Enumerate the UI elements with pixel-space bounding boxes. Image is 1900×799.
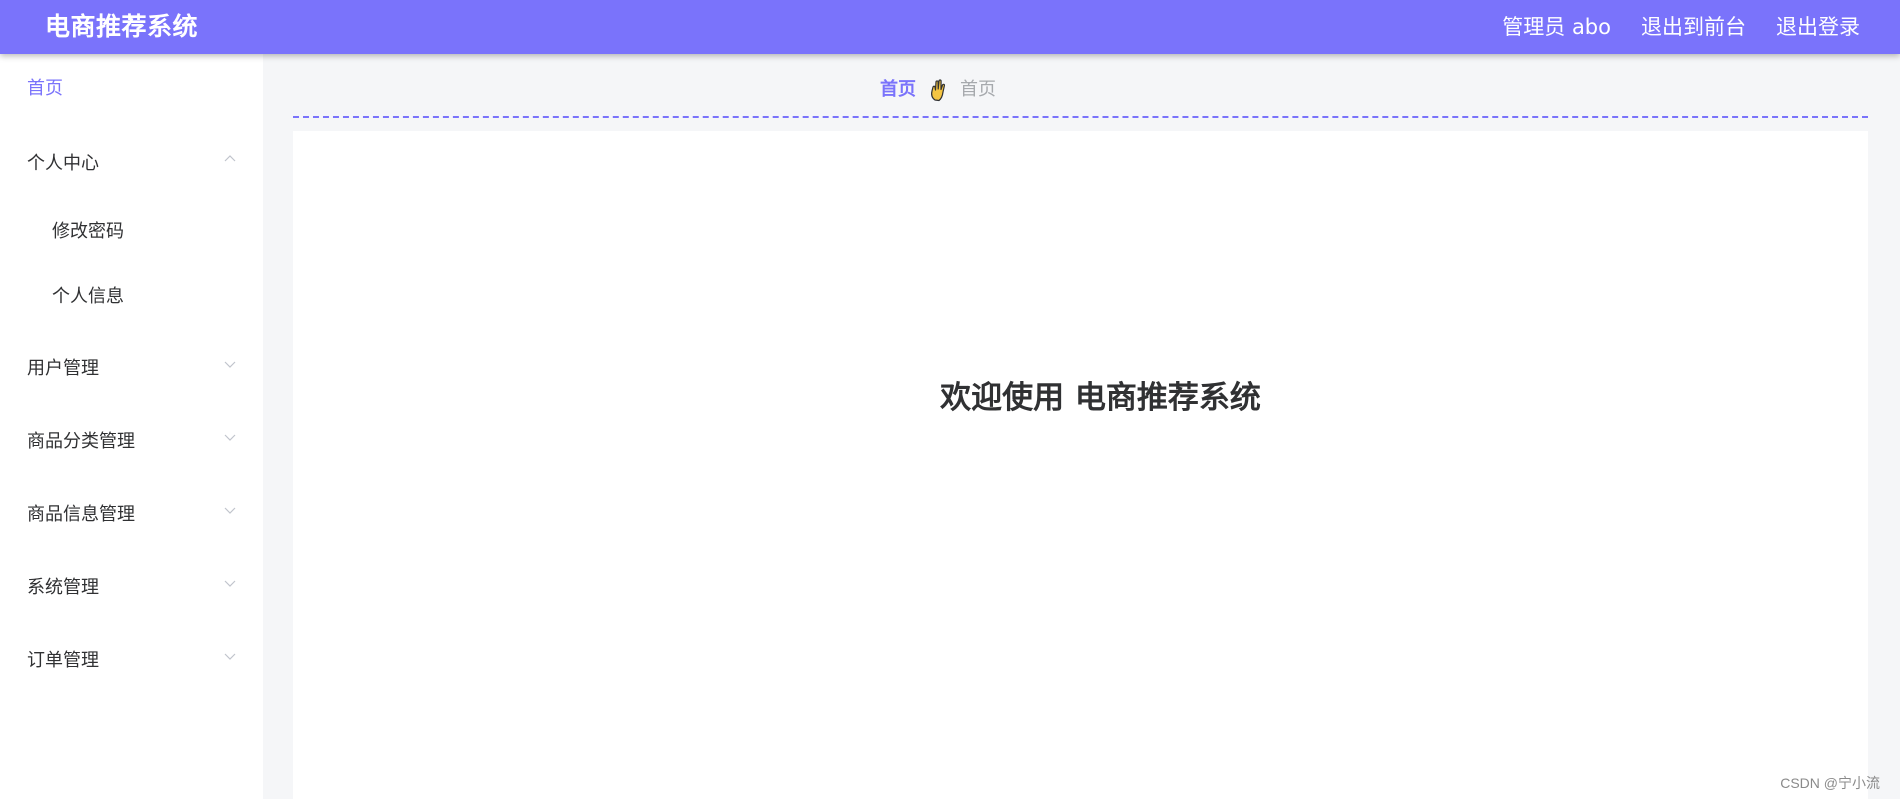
header-actions: 管理员 abo 退出到前台 退出登录: [1502, 11, 1860, 43]
sidebar-item-personal-info[interactable]: 个人信息: [0, 274, 263, 320]
logout-link[interactable]: 退出登录: [1776, 11, 1860, 43]
sidebar-item-label: 首页: [27, 78, 63, 99]
chevron-down-icon: [222, 502, 238, 518]
sidebar-item-label: 系统管理: [27, 577, 99, 598]
back-to-front-link[interactable]: 退出到前台: [1641, 11, 1746, 43]
sidebar-item-category-management[interactable]: 商品分类管理: [0, 419, 263, 465]
watermark: CSDN @宁小流: [1780, 775, 1880, 791]
main-content: 欢迎使用 电商推荐系统: [293, 131, 1868, 799]
welcome-heading: 欢迎使用 电商推荐系统: [940, 380, 1261, 416]
sidebar-item-order-management[interactable]: 订单管理: [0, 638, 263, 684]
sidebar-item-home[interactable]: 首页: [0, 66, 263, 112]
sidebar-item-system-management[interactable]: 系统管理: [0, 565, 263, 611]
current-user-label: 管理员 abo: [1502, 15, 1611, 39]
sidebar-item-personal-center[interactable]: 个人中心: [0, 141, 263, 187]
sidebar-item-label: 修改密码: [52, 221, 124, 242]
sidebar-item-change-password[interactable]: 修改密码: [0, 209, 263, 255]
sidebar-item-label: 商品分类管理: [27, 431, 135, 452]
sidebar-item-user-management[interactable]: 用户管理: [0, 346, 263, 392]
sidebar-item-label: 个人信息: [52, 286, 124, 307]
dashed-divider: [293, 116, 1868, 118]
chevron-down-icon: [222, 356, 238, 372]
top-header: 电商推荐系统 管理员 abo 退出到前台 退出登录: [0, 0, 1900, 54]
sidebar-item-product-management[interactable]: 商品信息管理: [0, 492, 263, 538]
chevron-down-icon: [222, 648, 238, 664]
breadcrumb-current: 首页: [960, 79, 996, 100]
chevron-down-icon: [222, 575, 238, 591]
sidebar-item-label: 用户管理: [27, 358, 99, 379]
sidebar-item-label: 个人中心: [27, 153, 99, 174]
chevron-up-icon: [222, 151, 238, 167]
breadcrumb: 首页 首页: [880, 78, 996, 102]
chevron-down-icon: [222, 429, 238, 445]
breadcrumb-home[interactable]: 首页: [880, 78, 916, 102]
app-title: 电商推荐系统: [45, 12, 199, 41]
sidebar-item-label: 订单管理: [27, 650, 99, 671]
sidebar-item-label: 商品信息管理: [27, 504, 135, 525]
hand-icon: [928, 78, 950, 102]
sidebar-menu: 首页 个人中心 修改密码 个人信息 用户管理 商品分类管理 商品信息管理 系统管…: [0, 54, 263, 799]
